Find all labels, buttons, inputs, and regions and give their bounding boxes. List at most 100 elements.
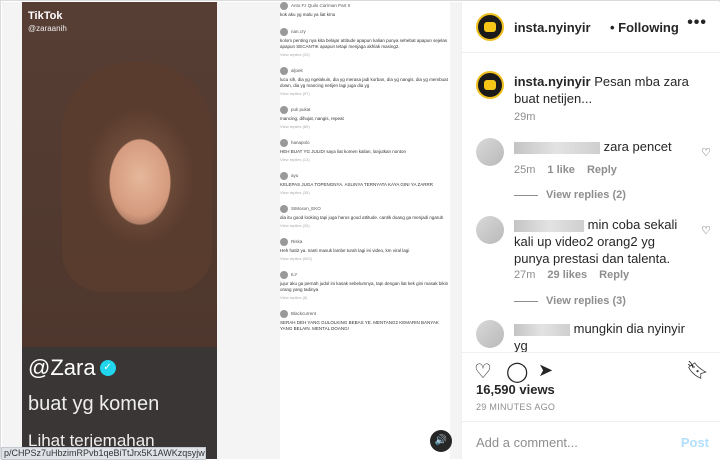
comment-meta: 25m 1 like Reply <box>514 164 617 176</box>
tiktok-comment-avatar <box>280 238 288 246</box>
blurred-username <box>514 141 600 154</box>
view-replies-label: View replies (2) <box>546 189 626 201</box>
video-caption-text: buat yg komen <box>28 393 160 415</box>
post-media[interactable]: TikTok @zaraanih @Zara ✓ buat yg komen L… <box>2 2 461 459</box>
avatar[interactable] <box>476 13 504 41</box>
comment-body: min coba sekali kali up video2 orang2 yg… <box>514 216 689 267</box>
tiktok-comment-replies: View replies (20) <box>280 52 310 57</box>
replies-line <box>514 194 538 196</box>
heart-icon[interactable]: ♡ <box>701 146 711 159</box>
comment-reply-button[interactable]: Reply <box>587 164 617 176</box>
tiktok-comment-replies: View replies (902) <box>280 256 312 261</box>
tiktok-comment: nan.cry kolom penting nya kita belajar at… <box>280 28 450 57</box>
tiktok-comment-replies: View replies (8) <box>280 295 308 300</box>
comment-avatar[interactable] <box>476 216 504 244</box>
bookmark-icon[interactable]: 🔖︎ <box>686 360 709 381</box>
post-header: insta.nyinyir • Following ••• <box>462 2 720 53</box>
tiktok-comment: SIMoson_EKOdia itu good looking tapi jug… <box>280 205 450 228</box>
video-caption-box: @Zara ✓ buat yg komen Lihat terjemahan <box>22 347 217 459</box>
comment-bubble-icon[interactable]: ◯ <box>506 359 528 384</box>
tiktok-comment-username: Riska <box>291 239 303 245</box>
comment-body: zara pencet <box>514 138 689 155</box>
tiktok-comment-replies: View replies (85) <box>280 124 310 129</box>
tiktok-comment-username: aljoek <box>291 68 303 74</box>
tiktok-comment-avatar <box>280 139 288 147</box>
tiktok-comment-avatar <box>280 28 288 36</box>
verified-icon: ✓ <box>99 360 116 376</box>
caption-avatar[interactable] <box>476 71 504 99</box>
video-frame: TikTok @zaraanih @Zara ✓ buat yg komen L… <box>22 2 217 459</box>
comment-body: mungkin dia nyinyir yg <box>514 320 689 352</box>
add-comment-bar: Post <box>462 421 720 459</box>
tiktok-username: @zaraanih <box>28 24 67 33</box>
like-heart-icon[interactable]: ♡ <box>474 359 492 384</box>
view-replies-button[interactable]: View replies (3) <box>514 295 626 307</box>
comment-input[interactable] <box>476 434 666 450</box>
tiktok-comment-text: jujur aku ga pernah judol ini kasak sebe… <box>280 281 449 292</box>
comment-text: zara pencet <box>603 139 672 154</box>
heart-icon[interactable]: ♡ <box>701 224 711 237</box>
video-caption-user: @Zara ✓ <box>28 355 116 381</box>
video-caption-username: @Zara <box>28 355 96 380</box>
status-url-bar: p/CHPSz7uHbzimRPvb1qeBiTtJrx5K1AWKzqsyjw… <box>1 447 206 460</box>
post-side-panel: insta.nyinyir • Following ••• insta.nyin… <box>461 2 720 459</box>
tiktok-comment-list: Anto Fz Quilo Cia'iman Part II kok aku yg… <box>280 2 450 459</box>
tiktok-comment-text: Heh hati2 ya. nanti masuk lambe turah la… <box>280 248 410 253</box>
tiktok-comment-user: aljoek <box>280 67 450 75</box>
header-username[interactable]: insta.nyinyir <box>514 20 591 35</box>
comment-likes[interactable]: 29 likes <box>547 269 587 281</box>
tiktok-comment: Riska Heh hati2 ya. nanti masuk lambe tur… <box>280 238 450 261</box>
tiktok-comment-text: dia itu good looking tapi juga harus goo… <box>280 215 444 220</box>
sound-toggle-button[interactable]: 🔊 <box>430 430 452 452</box>
tiktok-comment-user: SIMoson_EKO <box>280 205 450 213</box>
tiktok-comment: puk pukat mancing, dihujat, nangis, repea… <box>280 106 450 129</box>
comment-avatar[interactable] <box>476 138 504 166</box>
video-hair-overlay <box>62 62 212 292</box>
view-count[interactable]: 16,590 views <box>476 382 555 397</box>
comment-reply-button[interactable]: Reply <box>599 269 629 281</box>
tiktok-comment-replies: View replies (26) <box>280 223 310 228</box>
tiktok-comment: Anto Fz Quilo Cia'iman Part II kok aku yg… <box>280 2 450 18</box>
comment-avatar[interactable] <box>476 320 504 348</box>
speaker-icon: 🔊 <box>434 435 448 446</box>
tiktok-comment: aljoek lucu sih, dia yg ngelakuin, dia yg… <box>280 67 450 96</box>
post-window: TikTok @zaraanih @Zara ✓ buat yg komen L… <box>0 0 720 460</box>
blurred-username <box>514 219 584 232</box>
tiktok-comment-avatar <box>280 106 288 114</box>
comment-likes[interactable]: 1 like <box>547 164 575 176</box>
tiktok-comment-avatar <box>280 2 288 10</box>
comment-meta: 27m 29 likes Reply <box>514 269 629 281</box>
tiktok-comment-user: ayu <box>280 172 450 180</box>
comment-time: 27m <box>514 269 536 281</box>
tiktok-comment-user: nan.cry <box>280 28 450 36</box>
caption-time: 29m <box>514 111 536 123</box>
tiktok-comment-user: hanapolo <box>280 139 450 147</box>
tiktok-comment-user: ILY <box>280 271 450 279</box>
comment-time: 25m <box>514 164 536 176</box>
view-replies-label: View replies (3) <box>546 295 626 307</box>
tiktok-logo: TikTok <box>28 10 63 22</box>
tiktok-comment-avatar <box>280 205 288 213</box>
tiktok-comment-user: puk pukat <box>280 106 450 114</box>
tiktok-comment: Blackcurrent SERAH DEH YANG GULOLKING BEB… <box>280 310 450 332</box>
share-send-icon[interactable]: ➤ <box>538 360 553 381</box>
more-options-icon[interactable]: ••• <box>687 14 707 32</box>
tiktok-comment-username: hanapolo <box>291 140 310 146</box>
tiktok-comment-username: ayu <box>291 173 299 179</box>
tiktok-comment-text: SERAH DEH YANG GULOLKING BEBAS YE. MENTA… <box>280 320 439 331</box>
tiktok-comment-avatar <box>280 172 288 180</box>
tiktok-comment-replies: View replies (13) <box>280 157 310 162</box>
tiktok-comment-text: lucu sih, dia yg ngelakuin, dia yg meras… <box>280 77 448 88</box>
tiktok-comment-avatar <box>280 310 288 318</box>
post-comment-button[interactable]: Post <box>681 435 709 450</box>
caption-username[interactable]: insta.nyinyir <box>514 74 591 89</box>
replies-line <box>514 300 538 302</box>
post-time-ago: 29 MINUTES AGO <box>476 402 556 412</box>
tiktok-comment: ILY jujur aku ga pernah judol ini kasak s… <box>280 271 450 300</box>
following-button[interactable]: • Following <box>610 20 679 35</box>
tiktok-comment-text: KELEPAS JUGA TOPENGNYA. ASLINYA TERNYATA… <box>280 182 433 187</box>
tiktok-comment: hanapolo HEH BUAT YG JULID! saya liat kom… <box>280 139 450 162</box>
tiktok-comment-username: puk pukat <box>291 107 311 113</box>
tiktok-comment-replies: View replies (97) <box>280 91 310 96</box>
view-replies-button[interactable]: View replies (2) <box>514 189 626 201</box>
